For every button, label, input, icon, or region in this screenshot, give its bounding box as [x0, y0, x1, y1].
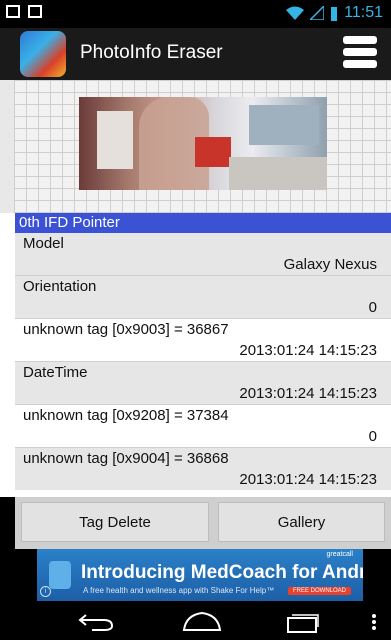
wifi-icon: [286, 6, 305, 20]
ad-subtitle: A free health and wellness app with Shak…: [83, 586, 275, 595]
tag-key: Orientation: [23, 278, 97, 295]
list-item[interactable]: Model Galaxy Nexus: [15, 233, 391, 275]
tag-value: 0: [368, 428, 377, 445]
status-bar: 11:51: [0, 0, 391, 28]
list-item[interactable]: unknown tag [0x9004] = 36868 2013:01:24 …: [15, 447, 391, 490]
ad-banner[interactable]: i greatcall Introducing MedCoach for And…: [37, 549, 363, 601]
battery-icon: [331, 6, 338, 21]
app-title: PhotoInfo Eraser: [80, 42, 223, 63]
tag-delete-button[interactable]: Tag Delete: [21, 502, 209, 542]
tag-list[interactable]: 0th IFD Pointer Model Galaxy Nexus Orien…: [15, 213, 391, 497]
tag-value: 2013:01:24 14:15:23: [239, 471, 377, 488]
tag-key: DateTime: [23, 364, 88, 381]
ad-download-button[interactable]: FREE DOWNLOAD: [287, 587, 351, 595]
action-bar: PhotoInfo Eraser: [0, 28, 391, 80]
ad-brand: greatcall: [326, 551, 353, 558]
clock: 11:51: [344, 4, 383, 21]
list-item[interactable]: unknown tag [0x9003] = 36867 2013:01:24 …: [15, 318, 391, 361]
image-area-edge: [0, 80, 14, 213]
navigation-bar: [0, 601, 391, 640]
list-item[interactable]: unknown tag [0x9208] = 37384 0: [15, 404, 391, 447]
tag-key: unknown tag [0x9004] = 36868: [23, 450, 229, 467]
back-icon[interactable]: [78, 611, 114, 631]
list-item[interactable]: Orientation 0: [15, 275, 391, 318]
tag-key: unknown tag [0x9003] = 36867: [23, 321, 229, 338]
recent-apps-icon[interactable]: [286, 611, 320, 633]
button-bar: Tag Delete Gallery: [15, 497, 391, 549]
medcoach-logo-icon: [49, 561, 71, 589]
list-edge: [0, 213, 15, 497]
tag-value: 0: [368, 299, 377, 316]
home-icon[interactable]: [182, 611, 222, 631]
tag-value: 2013:01:24 14:15:23: [239, 385, 377, 402]
tag-key: Model: [23, 235, 64, 252]
tag-value: Galaxy Nexus: [283, 256, 377, 273]
tag-value: 2013:01:24 14:15:23: [239, 342, 377, 359]
list-item[interactable]: DateTime 2013:01:24 14:15:23: [15, 361, 391, 404]
gallery-button[interactable]: Gallery: [218, 502, 385, 542]
menu-icon[interactable]: [343, 36, 377, 70]
app-logo-icon[interactable]: [20, 31, 66, 77]
tag-key: unknown tag [0x9208] = 37384: [23, 407, 229, 424]
section-header: 0th IFD Pointer: [15, 213, 391, 233]
image-icon: [6, 5, 20, 18]
photo-thumbnail[interactable]: [79, 97, 327, 190]
overflow-menu-icon[interactable]: [371, 613, 377, 631]
bag-icon: [28, 5, 42, 18]
signal-icon: [310, 6, 325, 20]
ad-title: Introducing MedCoach for Android®: [81, 562, 363, 583]
